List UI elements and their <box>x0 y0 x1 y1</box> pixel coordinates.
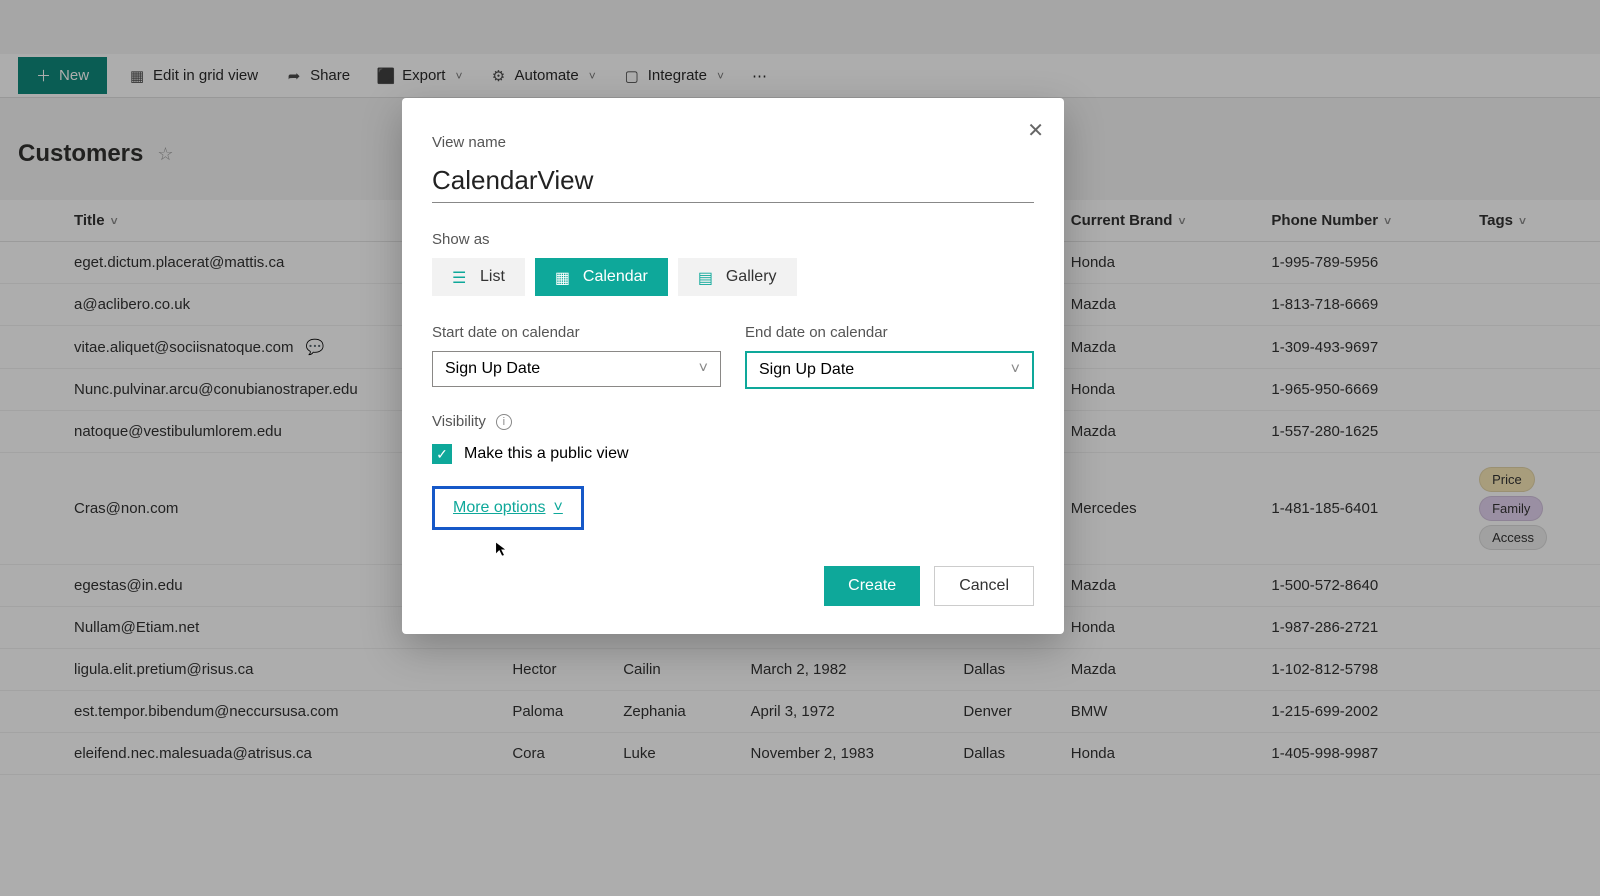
chevron-down-icon: ˅ <box>554 499 563 517</box>
close-button[interactable]: ✕ <box>1027 118 1044 143</box>
end-date-value: Sign Up Date <box>759 361 854 379</box>
create-view-dialog: ✕ View name Show as ☰ List ▦ Calendar ▤ … <box>402 98 1064 634</box>
gallery-icon: ▤ <box>698 268 716 286</box>
more-options-link[interactable]: More options ˅ <box>453 499 563 517</box>
view-name-input[interactable] <box>432 161 1034 203</box>
segment-calendar-label: Calendar <box>583 268 648 286</box>
calendar-icon: ▦ <box>555 268 573 286</box>
segment-calendar[interactable]: ▦ Calendar <box>535 258 668 296</box>
segment-gallery-label: Gallery <box>726 268 777 286</box>
start-date-label: Start date on calendar <box>432 324 721 341</box>
create-button[interactable]: Create <box>824 566 920 606</box>
cancel-button[interactable]: Cancel <box>934 566 1034 606</box>
cursor-icon <box>492 540 510 558</box>
public-view-checkbox-row[interactable]: ✓ Make this a public view <box>432 444 1034 464</box>
segment-gallery[interactable]: ▤ Gallery <box>678 258 797 296</box>
start-date-select[interactable]: Sign Up Date ˅ <box>432 351 721 387</box>
visibility-label: Visibility <box>432 413 486 430</box>
start-date-value: Sign Up Date <box>445 360 540 378</box>
date-fields-row: Start date on calendar Sign Up Date ˅ En… <box>432 324 1034 389</box>
chevron-down-icon: ˅ <box>1011 361 1020 379</box>
dialog-actions: Create Cancel <box>432 566 1034 606</box>
info-icon[interactable]: i <box>496 414 512 430</box>
show-as-label: Show as <box>432 231 1034 248</box>
checkbox-checked-icon: ✓ <box>432 444 452 464</box>
more-options-label: More options <box>453 499 546 517</box>
list-icon: ☰ <box>452 268 470 286</box>
more-options-highlight: More options ˅ <box>432 486 584 530</box>
segment-list-label: List <box>480 268 505 286</box>
chevron-down-icon: ˅ <box>699 360 708 378</box>
cancel-button-label: Cancel <box>959 577 1009 594</box>
view-name-label: View name <box>432 134 1034 151</box>
visibility-row: Visibility i <box>432 413 1034 430</box>
end-date-label: End date on calendar <box>745 324 1034 341</box>
segment-list[interactable]: ☰ List <box>432 258 525 296</box>
public-view-label: Make this a public view <box>464 445 629 463</box>
create-button-label: Create <box>848 577 896 594</box>
show-as-segments: ☰ List ▦ Calendar ▤ Gallery <box>432 258 1034 296</box>
close-icon: ✕ <box>1027 120 1044 142</box>
end-date-select[interactable]: Sign Up Date ˅ <box>745 351 1034 389</box>
